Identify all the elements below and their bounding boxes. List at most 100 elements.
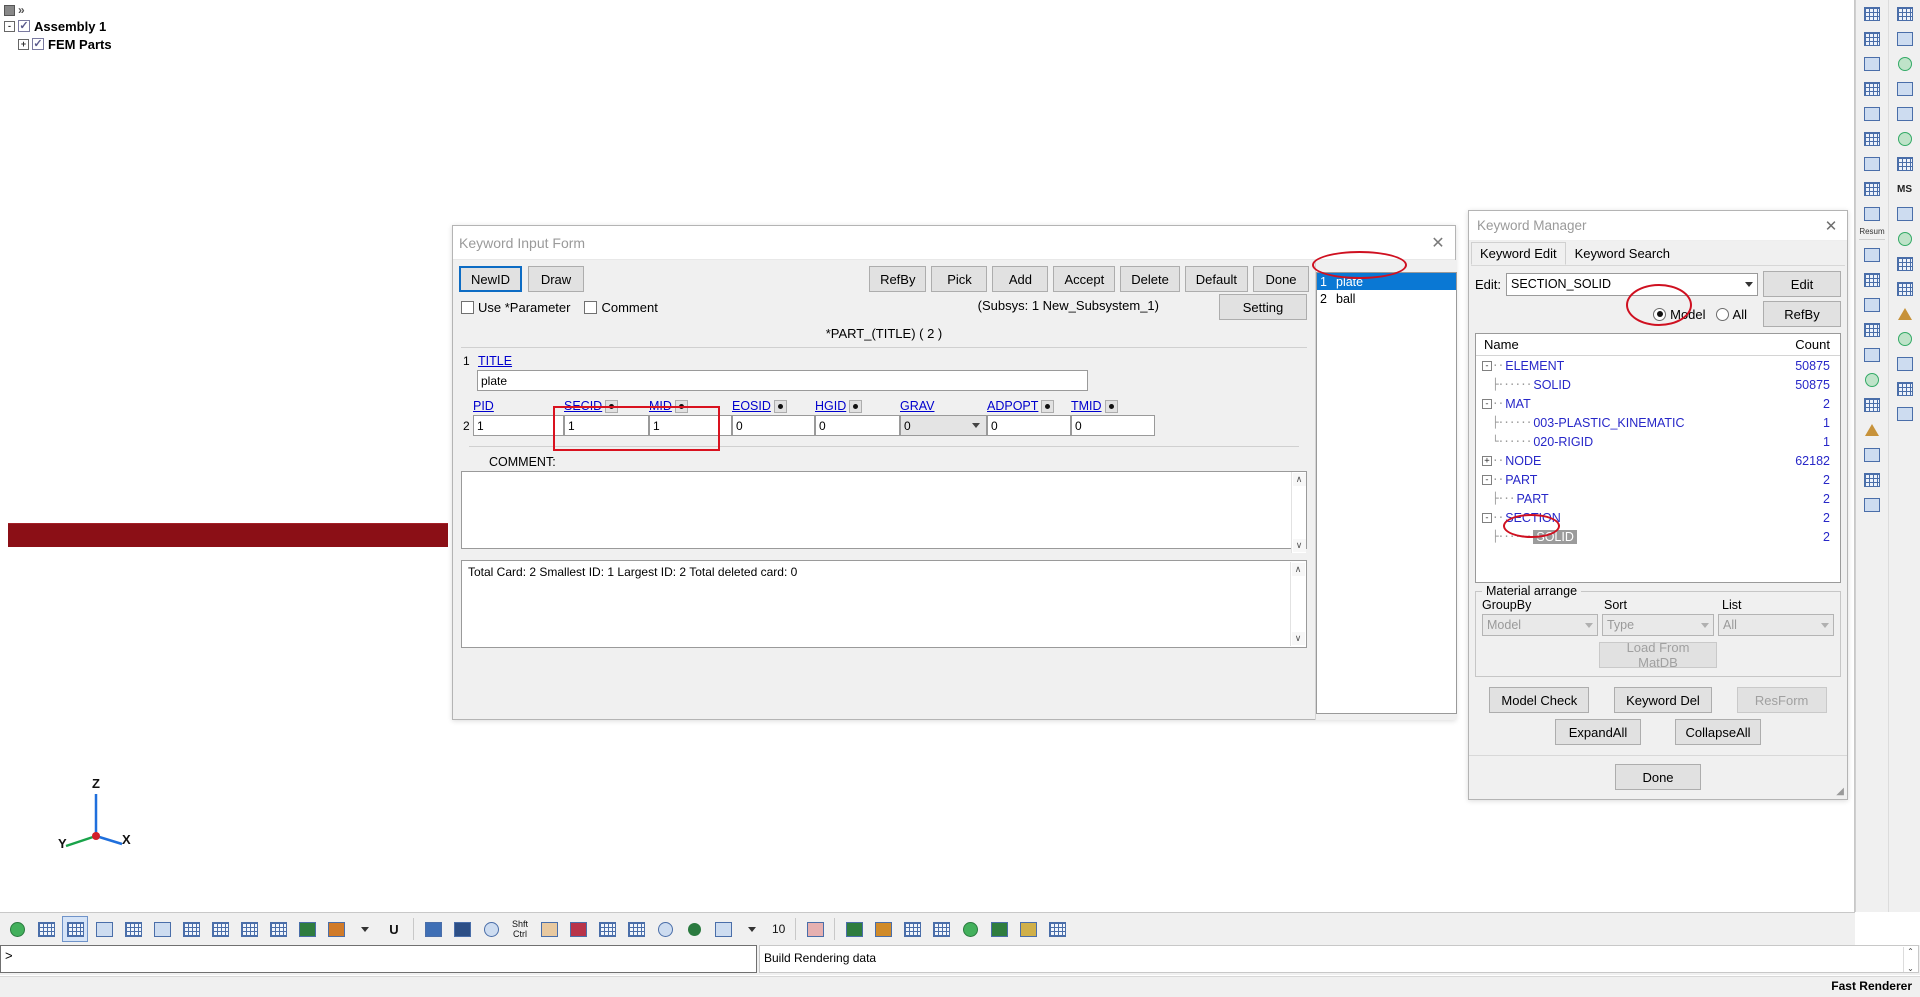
table-icon[interactable] — [1892, 277, 1918, 301]
secid-field-link[interactable]: SECID — [564, 399, 602, 413]
keyword-input-form-titlebar[interactable]: Keyword Input Form ✕ — [453, 226, 1455, 260]
units-icon[interactable]: U — [381, 916, 407, 942]
draw-button[interactable]: Draw — [528, 266, 585, 292]
expander-icon[interactable]: - — [1482, 512, 1492, 523]
secid-picker-icon[interactable] — [605, 399, 619, 413]
solid-icon[interactable] — [1859, 102, 1885, 126]
zoom-window-icon[interactable] — [594, 916, 620, 942]
checkbox-icon[interactable] — [461, 300, 474, 314]
settings-icon[interactable] — [1859, 493, 1885, 517]
pid-input[interactable] — [473, 415, 564, 436]
adpopt-picker-icon[interactable] — [1041, 399, 1055, 413]
grav-select[interactable]: 0 — [900, 415, 987, 436]
shaded-icon[interactable] — [149, 916, 175, 942]
title-input[interactable] — [477, 370, 1088, 391]
mass-summary-icon[interactable]: MS — [1892, 177, 1918, 201]
right-toolbar-column-2[interactable]: MS — [1888, 0, 1920, 912]
command-input[interactable]: > — [0, 945, 757, 973]
keyword-manager-titlebar[interactable]: Keyword Manager ✕ — [1469, 211, 1847, 241]
mid-field-link[interactable]: MID — [649, 399, 672, 413]
report-icon[interactable] — [899, 916, 925, 942]
keyword-manager-icon[interactable] — [1892, 2, 1918, 26]
pid-field-link[interactable]: PID — [473, 399, 494, 413]
radio-icon[interactable] — [1653, 307, 1667, 321]
shaded-mesh-icon[interactable] — [62, 916, 88, 942]
list-select[interactable]: All — [1718, 614, 1834, 636]
add-button[interactable]: Add — [992, 266, 1049, 292]
edit-button[interactable]: Edit — [1763, 271, 1841, 297]
hgid-input[interactable] — [815, 415, 900, 436]
light-icon[interactable] — [1892, 327, 1918, 351]
tab-keyword-edit[interactable]: Keyword Edit — [1471, 242, 1566, 265]
comment-scrollbar[interactable]: ∧ ∨ — [1291, 472, 1306, 553]
expander-icon[interactable]: - — [1482, 474, 1492, 485]
tree-row-part-part[interactable]: ├··· PART 2 — [1476, 489, 1840, 508]
spring-icon[interactable] — [1892, 27, 1918, 51]
mesh-density-icon[interactable] — [1892, 377, 1918, 401]
view-grid-icon[interactable] — [1859, 2, 1885, 26]
res-form-button[interactable]: ResForm — [1736, 687, 1827, 713]
radio-icon[interactable] — [1715, 307, 1729, 321]
tree-row-element[interactable]: - ·· ELEMENT 50875 — [1476, 356, 1840, 375]
shade-sphere-icon[interactable] — [681, 916, 707, 942]
expander-icon[interactable]: - — [1482, 360, 1492, 371]
keyword-tree-container[interactable]: Name Count - ·· ELEMENT 50875 ├······ SOLID… — [1475, 333, 1841, 583]
radio-all[interactable]: All — [1715, 307, 1747, 322]
tree-row-part[interactable]: - ·· PART 2 — [1476, 470, 1840, 489]
part-tool-icon[interactable] — [1859, 177, 1885, 201]
tree-row-fem-parts[interactable]: + ✓ FEM Parts — [4, 35, 112, 53]
normals-icon[interactable] — [265, 916, 291, 942]
animate-icon[interactable] — [841, 916, 867, 942]
vector-icon[interactable] — [1859, 368, 1885, 392]
beam-icon[interactable] — [1859, 77, 1885, 101]
tree-row-element-solid[interactable]: ├······ SOLID 50875 — [1476, 375, 1840, 394]
groupby-select[interactable]: Model — [1482, 614, 1598, 636]
part-list-item-plate[interactable]: 1 plate — [1317, 273, 1456, 290]
sort-select[interactable]: Type — [1601, 614, 1715, 636]
keyword-manager-window[interactable]: Keyword Manager ✕ Keyword Edit Keyword S… — [1468, 210, 1848, 800]
scroll-down-icon[interactable]: ⌄ — [1907, 964, 1914, 972]
color-by-part-icon[interactable] — [294, 916, 320, 942]
right-toolbar-panel[interactable]: Resum MS — [1855, 0, 1920, 912]
checkbox-icon[interactable]: ✓ — [32, 38, 44, 50]
rotate-icon[interactable] — [536, 916, 562, 942]
view-iso-icon[interactable] — [420, 916, 446, 942]
palette2-icon[interactable] — [1015, 916, 1041, 942]
scroll-up-icon[interactable]: ∧ — [1292, 473, 1306, 486]
pick-button[interactable]: Pick — [931, 266, 988, 292]
expander-icon[interactable]: + — [1482, 455, 1492, 466]
explode-icon[interactable] — [1892, 302, 1918, 326]
hgid-picker-icon[interactable] — [849, 399, 863, 413]
view-zoom-icon[interactable] — [1859, 293, 1885, 317]
use-parameter-checkbox[interactable]: Use *Parameter — [461, 300, 570, 315]
keyword-del-button[interactable]: Keyword Del — [1613, 687, 1712, 713]
model-icon[interactable] — [1892, 152, 1918, 176]
zoom-in-icon[interactable] — [623, 916, 649, 942]
new-id-button[interactable]: NewID — [459, 266, 523, 292]
grav-field-link[interactable]: GRAV — [900, 399, 935, 413]
torus-icon[interactable] — [1892, 127, 1918, 151]
assembly-tree[interactable]: » - ✓ Assembly 1 + ✓ FEM Parts — [4, 3, 112, 53]
box-icon[interactable] — [1892, 102, 1918, 126]
close-icon[interactable]: ✕ — [1427, 232, 1449, 254]
tree-row-node[interactable]: + ·· NODE 62182 — [1476, 451, 1840, 470]
wireframe-icon[interactable] — [33, 916, 59, 942]
secid-input[interactable] — [564, 415, 649, 436]
accept-button[interactable]: Accept — [1053, 266, 1116, 292]
mid-picker-icon[interactable] — [674, 399, 688, 413]
part-list-item-ball[interactable]: 2 ball — [1317, 290, 1456, 307]
dropdown-caret-2[interactable] — [739, 916, 765, 942]
tmid-field-link[interactable]: TMID — [1071, 399, 1102, 413]
tree-row-mat-plastic-kinematic[interactable]: ├······ 003-PLASTIC_KINEMATIC 1 — [1476, 413, 1840, 432]
command-area[interactable]: > Build Rendering data ⌃ ⌄ — [0, 945, 1920, 975]
feature-line-icon[interactable] — [120, 916, 146, 942]
record-icon[interactable] — [986, 916, 1012, 942]
history-icon[interactable] — [928, 916, 954, 942]
element-tool-icon[interactable] — [1859, 152, 1885, 176]
checkbox-icon[interactable] — [584, 300, 598, 314]
adpopt-field-link[interactable]: ADPOPT — [987, 399, 1038, 413]
view-rotate-icon[interactable] — [1859, 243, 1885, 267]
tree-row-mat-rigid[interactable]: └······ 020-RIGID 1 — [1476, 432, 1840, 451]
view-front-icon[interactable] — [449, 916, 475, 942]
title-field-link[interactable]: TITLE — [478, 354, 512, 368]
